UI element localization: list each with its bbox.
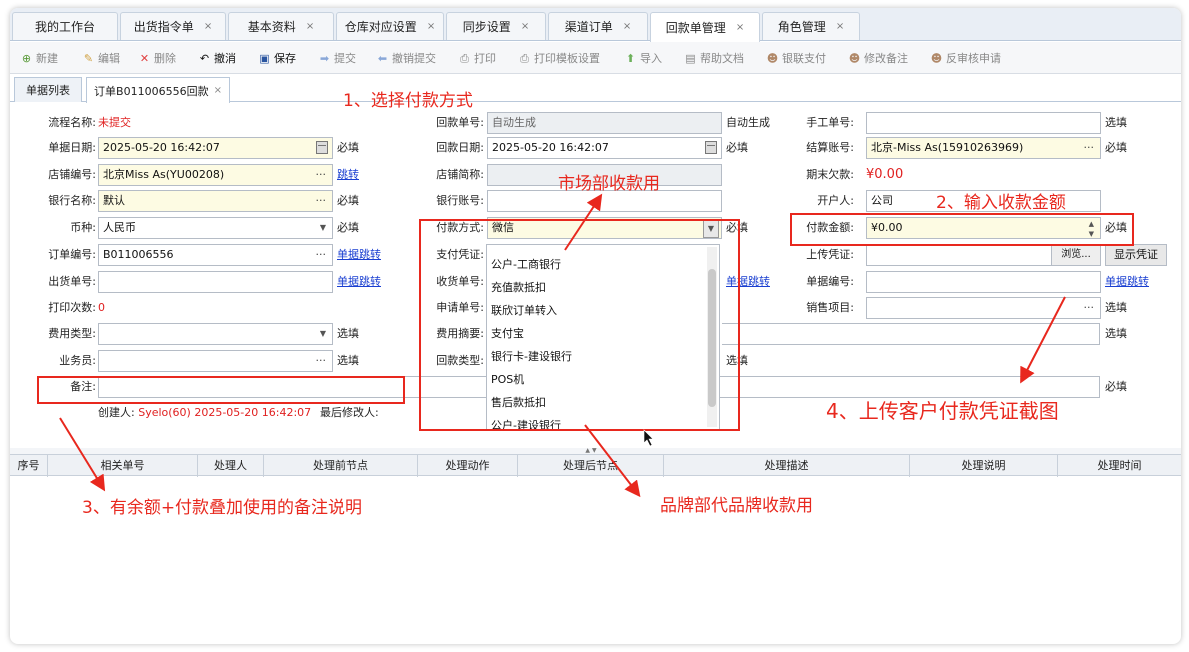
- annotation-arrows: [59, 193, 1066, 498]
- mouse-cursor-icon: [643, 429, 654, 447]
- arrow-to-brand: [584, 424, 641, 498]
- arrow-to-market: [564, 193, 603, 251]
- arrow-to-upload: [1020, 296, 1066, 384]
- arrow-to-remark: [59, 417, 106, 492]
